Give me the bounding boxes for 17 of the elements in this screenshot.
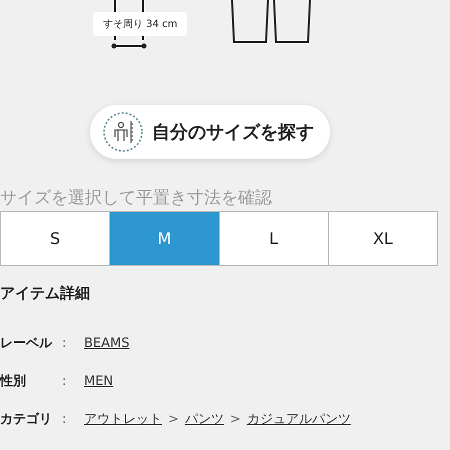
detail-link[interactable]: アウトレット [84, 410, 162, 428]
colon: : [62, 336, 68, 350]
detail-link[interactable]: MEN [84, 374, 114, 388]
detail-link[interactable]: BEAMS [84, 336, 130, 350]
size-section-title: サイズを選択して平置き寸法を確認 [0, 187, 273, 210]
detail-link[interactable]: カジュアルパンツ [246, 410, 351, 428]
detail-label: レーベル [0, 335, 54, 352]
measurement-label: すそ周り 34 cm [93, 12, 188, 36]
breadcrumb-separator: > [168, 412, 179, 426]
detail-link[interactable]: パンツ [184, 410, 224, 428]
colon: : [62, 374, 68, 388]
body-measure-icon [102, 111, 144, 153]
breadcrumb-separator: > [230, 412, 241, 426]
item-details-heading: アイテム詳細 [0, 284, 91, 304]
find-my-size-button[interactable]: 自分のサイズを探す [90, 105, 330, 159]
colon: : [62, 412, 68, 426]
detail-label: カテゴリ [0, 411, 53, 428]
